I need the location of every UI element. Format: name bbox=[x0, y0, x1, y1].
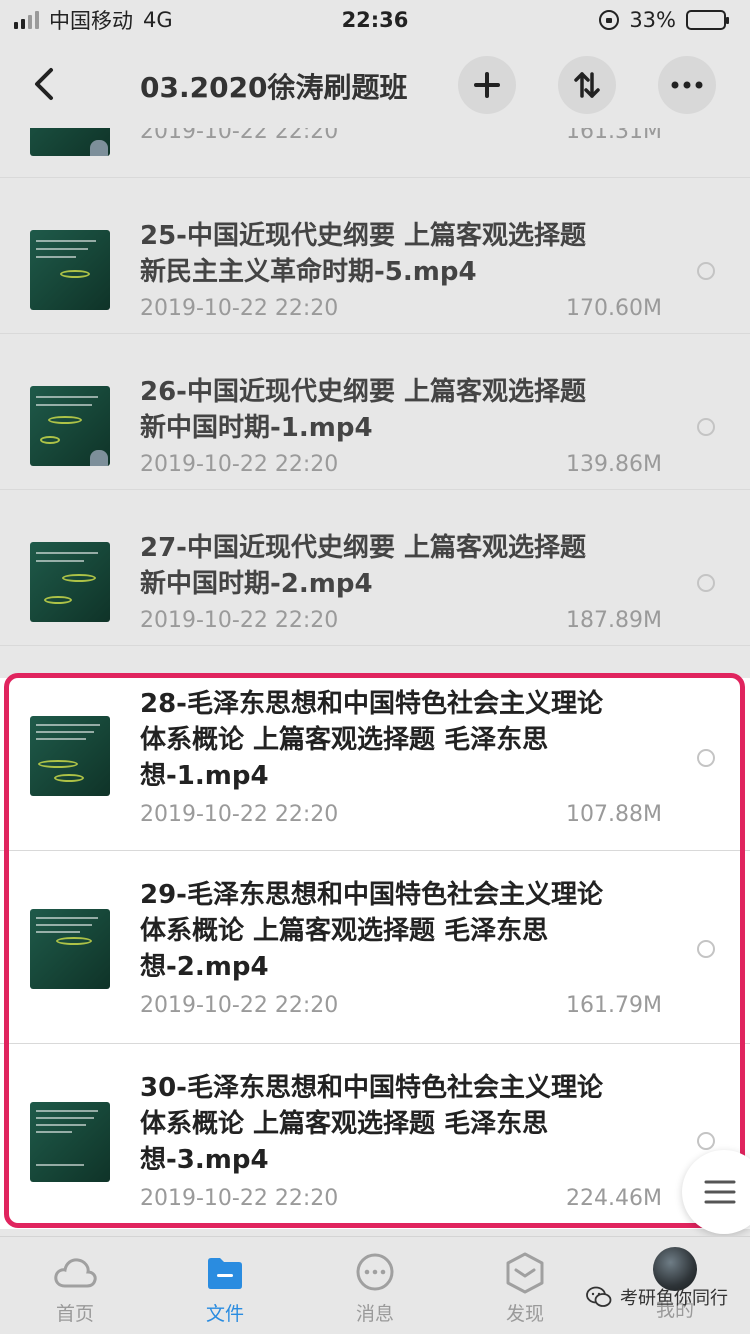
file-name: 28-毛泽东思想和中国特色社会主义理论体系概论 上篇客观选择题 毛泽东思想-1.… bbox=[140, 689, 603, 791]
plus-icon bbox=[474, 72, 500, 98]
add-button[interactable] bbox=[458, 56, 516, 114]
file-date: 2019-10-22 22:20 bbox=[140, 993, 339, 1018]
file-row[interactable]: 25-中国近现代史纲要 上篇客观选择题 新民主主义革命时期-5.mp4 2019… bbox=[0, 178, 750, 334]
file-size: 107.88M bbox=[566, 802, 662, 827]
file-name: 27-中国近现代史纲要 上篇客观选择题 新中国时期-2.mp4 bbox=[140, 533, 587, 599]
video-thumbnail bbox=[30, 230, 110, 310]
more-button[interactable] bbox=[658, 56, 716, 114]
select-radio[interactable] bbox=[697, 940, 715, 958]
page-title: 03.2020徐涛刷题班 bbox=[140, 71, 408, 104]
video-thumbnail bbox=[30, 716, 110, 796]
network-label: 4G bbox=[143, 8, 173, 32]
status-left: 中国移动 4G bbox=[14, 5, 173, 35]
select-radio[interactable] bbox=[697, 574, 715, 592]
hamburger-menu-icon bbox=[704, 1180, 736, 1204]
status-right: 33% bbox=[599, 8, 729, 32]
tab-label: 首页 bbox=[55, 1303, 94, 1325]
more-dots-icon bbox=[671, 81, 703, 89]
watermark-text: 考研鱼你同行 bbox=[620, 1288, 728, 1309]
video-thumbnail bbox=[30, 128, 110, 156]
file-size: 224.46M bbox=[566, 1186, 662, 1211]
back-icon[interactable] bbox=[24, 62, 64, 106]
file-date: 2019-10-22 22:20 bbox=[140, 452, 339, 477]
select-radio[interactable] bbox=[697, 749, 715, 767]
file-name: 30-毛泽东思想和中国特色社会主义理论体系概论 上篇客观选择题 毛泽东思想-3.… bbox=[140, 1073, 603, 1175]
video-thumbnail bbox=[30, 909, 110, 989]
signal-icon bbox=[14, 11, 39, 29]
file-size: 139.86M bbox=[566, 452, 662, 477]
file-list: 2019-10-22 22:20 161.31M 25-中国近现代史纲要 上篇客… bbox=[0, 128, 750, 1236]
file-size: 161.79M bbox=[566, 993, 662, 1018]
file-date: 2019-10-22 22:20 bbox=[140, 608, 339, 633]
folder-icon bbox=[203, 1251, 247, 1295]
tab-label: 消息 bbox=[355, 1303, 394, 1325]
sort-arrows-icon bbox=[574, 72, 600, 98]
video-thumbnail bbox=[30, 542, 110, 622]
file-row[interactable]: 26-中国近现代史纲要 上篇客观选择题 新中国时期-1.mp4 2019-10-… bbox=[0, 334, 750, 490]
rotation-lock-icon bbox=[599, 10, 620, 30]
compass-hexagon-icon bbox=[503, 1251, 547, 1295]
select-radio[interactable] bbox=[697, 262, 715, 280]
cloud-icon bbox=[53, 1251, 97, 1295]
file-date: 2019-10-22 22:20 bbox=[140, 1186, 339, 1211]
file-row[interactable]: 2019-10-22 22:20 161.31M bbox=[0, 128, 750, 178]
file-date: 2019-10-22 22:20 bbox=[140, 802, 339, 827]
tab-home[interactable]: 首页 bbox=[0, 1237, 150, 1334]
sort-button[interactable] bbox=[558, 56, 616, 114]
file-row[interactable]: 29-毛泽东思想和中国特色社会主义理论体系概论 上篇客观选择题 毛泽东思想-2.… bbox=[0, 851, 750, 1044]
file-row[interactable]: 28-毛泽东思想和中国特色社会主义理论体系概论 上篇客观选择题 毛泽东思想-1.… bbox=[0, 678, 750, 851]
file-date: 2019-10-22 22:20 bbox=[140, 296, 339, 321]
battery-percent: 33% bbox=[629, 8, 676, 32]
video-thumbnail bbox=[30, 386, 110, 466]
video-thumbnail bbox=[30, 1102, 110, 1182]
tab-label: 文件 bbox=[205, 1303, 244, 1325]
nav-header: 03.2020徐涛刷题班 bbox=[0, 40, 750, 128]
file-size: 161.31M bbox=[566, 128, 662, 144]
file-name: 26-中国近现代史纲要 上篇客观选择题 新中国时期-1.mp4 bbox=[140, 377, 587, 443]
carrier-label: 中国移动 bbox=[49, 9, 133, 33]
tab-label: 发现 bbox=[505, 1303, 544, 1325]
chat-bubble-icon bbox=[353, 1251, 397, 1295]
wechat-watermark: 考研鱼你同行 bbox=[586, 1284, 728, 1310]
wechat-icon bbox=[586, 1286, 612, 1307]
status-bar: 中国移动 4G 22:36 33% bbox=[0, 0, 750, 40]
file-name: 29-毛泽东思想和中国特色社会主义理论体系概论 上篇客观选择题 毛泽东思想-2.… bbox=[140, 880, 603, 982]
file-row[interactable]: 27-中国近现代史纲要 上篇客观选择题 新中国时期-2.mp4 2019-10-… bbox=[0, 490, 750, 646]
tab-discover[interactable]: 发现 bbox=[450, 1237, 600, 1334]
battery-icon bbox=[686, 10, 729, 30]
file-name: 25-中国近现代史纲要 上篇客观选择题 新民主主义革命时期-5.mp4 bbox=[140, 221, 587, 287]
select-radio[interactable] bbox=[697, 1132, 715, 1150]
tab-messages[interactable]: 消息 bbox=[300, 1237, 450, 1334]
tab-files[interactable]: 文件 bbox=[150, 1237, 300, 1334]
select-radio[interactable] bbox=[697, 418, 715, 436]
file-row[interactable]: 30-毛泽东思想和中国特色社会主义理论体系概论 上篇客观选择题 毛泽东思想-3.… bbox=[0, 1044, 750, 1229]
file-size: 170.60M bbox=[566, 296, 662, 321]
file-size: 187.89M bbox=[566, 608, 662, 633]
file-date: 2019-10-22 22:20 bbox=[140, 128, 339, 144]
